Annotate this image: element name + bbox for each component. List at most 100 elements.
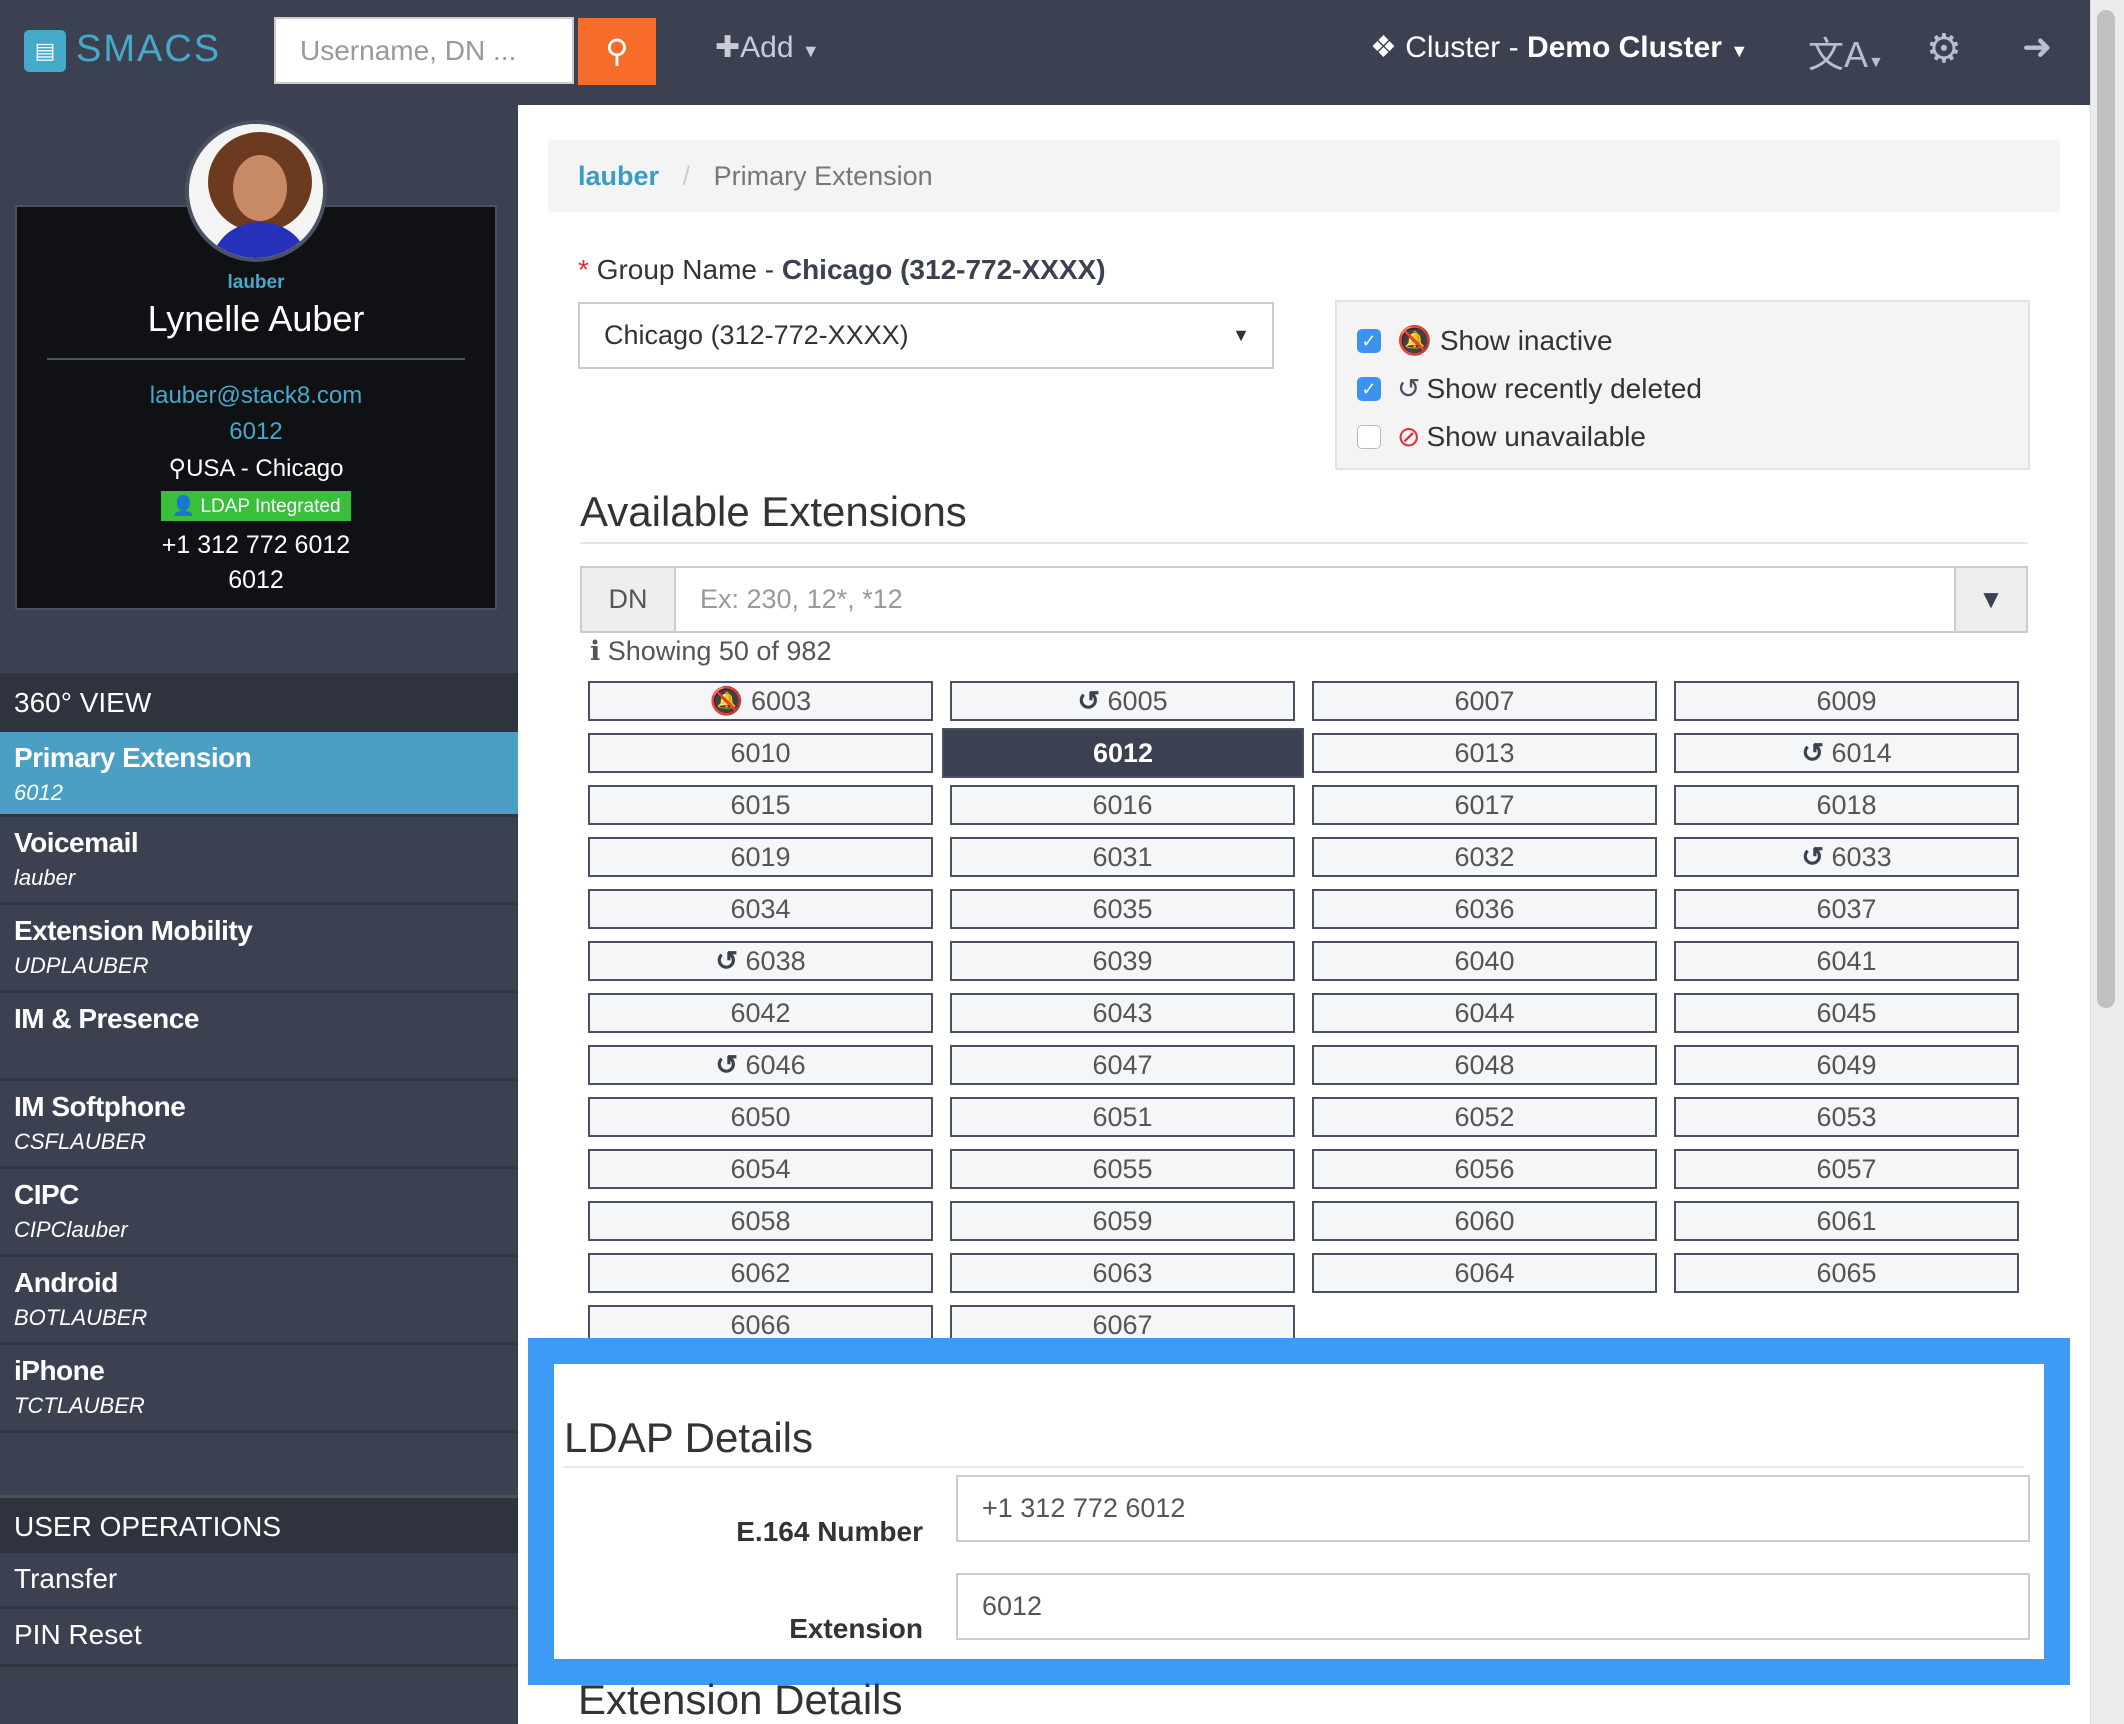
extension-button-6042[interactable]: 6042	[588, 993, 933, 1033]
checkbox-show-recently-deleted[interactable]: ✓	[1357, 376, 1381, 401]
extension-number: 6045	[1816, 998, 1877, 1028]
profile-email[interactable]: lauber@stack8.com	[17, 382, 495, 410]
filter-icon[interactable]: ▼	[1954, 568, 2026, 631]
language-menu[interactable]: 文A▼	[1808, 26, 1884, 78]
extension-button-6037[interactable]: 6037	[1674, 889, 2019, 929]
extension-button-6039[interactable]: 6039	[950, 941, 1295, 981]
extension-button-6046[interactable]: ↺ 6046	[588, 1045, 933, 1085]
extension-number: 6003	[751, 686, 812, 716]
extension-button-6051[interactable]: 6051	[950, 1097, 1295, 1137]
extension-button-6058[interactable]: 6058	[588, 1201, 933, 1241]
extension-button-6053[interactable]: 6053	[1674, 1097, 2019, 1137]
info-circle-icon: ℹ	[590, 636, 601, 666]
extension-button-6031[interactable]: 6031	[950, 837, 1295, 877]
extension-button-6016[interactable]: 6016	[950, 785, 1295, 825]
sidebar-item-sub: 6012	[14, 780, 63, 805]
extension-button-6041[interactable]: 6041	[1674, 941, 2019, 981]
extension-button-6060[interactable]: 6060	[1312, 1201, 1657, 1241]
extension-number: 6019	[730, 842, 791, 872]
sidebar-item-im-presence[interactable]: IM & Presence	[0, 993, 518, 1081]
extension-button-6005[interactable]: ↺ 6005	[950, 681, 1295, 721]
user-icon: 👤	[171, 496, 196, 517]
extension-button-6040[interactable]: 6040	[1312, 941, 1657, 981]
extension-number: 6050	[730, 1102, 791, 1132]
extension-button-6013[interactable]: 6013	[1312, 733, 1657, 773]
brand-name[interactable]: SMACS	[76, 28, 221, 71]
filter-show-unavailable[interactable]: ⊘ Show unavailable	[1357, 420, 1646, 453]
add-menu[interactable]: ✚Add ▼	[715, 30, 820, 65]
extension-button-6064[interactable]: 6064	[1312, 1253, 1657, 1293]
sidebar-op-transfer[interactable]: Transfer	[0, 1553, 518, 1609]
extension-button-6018[interactable]: 6018	[1674, 785, 2019, 825]
extension-input[interactable]: 6012	[956, 1573, 2030, 1640]
history-icon: ↺	[715, 946, 739, 976]
sidebar-op-pin-reset[interactable]: PIN Reset	[0, 1609, 518, 1667]
extension-button-6061[interactable]: 6061	[1674, 1201, 2019, 1241]
extension-button-6062[interactable]: 6062	[588, 1253, 933, 1293]
extension-button-6044[interactable]: 6044	[1312, 993, 1657, 1033]
extension-number: 6067	[1092, 1310, 1153, 1340]
extension-button-6036[interactable]: 6036	[1312, 889, 1657, 929]
extension-button-6054[interactable]: 6054	[588, 1149, 933, 1189]
group-name-select[interactable]: Chicago (312-772-XXXX) ▼	[578, 302, 1274, 369]
logout-icon[interactable]: ➜	[2022, 26, 2052, 68]
search-input[interactable]: Username, DN ...	[274, 17, 574, 84]
extension-button-6014[interactable]: ↺ 6014	[1674, 733, 2019, 773]
extension-button-6035[interactable]: 6035	[950, 889, 1295, 929]
extension-button-6032[interactable]: 6032	[1312, 837, 1657, 877]
extension-button-6056[interactable]: 6056	[1312, 1149, 1657, 1189]
caret-down-icon: ▼	[1730, 41, 1749, 61]
extension-button-6015[interactable]: 6015	[588, 785, 933, 825]
sidebar-item-label: iPhone	[14, 1355, 105, 1386]
extension-button-6010[interactable]: 6010	[588, 733, 933, 773]
extension-button-6009[interactable]: 6009	[1674, 681, 2019, 721]
smacs-logo-icon[interactable]: ▤	[24, 30, 66, 72]
search-button[interactable]: ⚲	[578, 18, 656, 85]
extension-button-6055[interactable]: 6055	[950, 1149, 1295, 1189]
cluster-menu[interactable]: ❖ Cluster - Demo Cluster ▼	[1370, 30, 1748, 65]
extension-button-6052[interactable]: 6052	[1312, 1097, 1657, 1137]
extension-button-6063[interactable]: 6063	[950, 1253, 1295, 1293]
extension-button-6019[interactable]: 6019	[588, 837, 933, 877]
extension-button-6047[interactable]: 6047	[950, 1045, 1295, 1085]
sidebar-item-im-softphone[interactable]: IM Softphone CSFLAUBER	[0, 1081, 518, 1169]
sidebar-item-extension-mobility[interactable]: Extension Mobility UDPLAUBER	[0, 905, 518, 993]
extension-button-6007[interactable]: 6007	[1312, 681, 1657, 721]
extension-button-6059[interactable]: 6059	[950, 1201, 1295, 1241]
extension-number: 6007	[1454, 686, 1515, 716]
filter-show-inactive[interactable]: ✓ 🔕 Show inactive	[1357, 324, 1613, 357]
filter-show-recently-deleted[interactable]: ✓ ↺ Show recently deleted	[1357, 372, 1702, 405]
extension-button-6057[interactable]: 6057	[1674, 1149, 2019, 1189]
e164-number-input[interactable]: +1 312 772 6012	[956, 1475, 2030, 1542]
settings-gear-icon[interactable]: ⚙	[1926, 26, 1962, 72]
extension-button-6038[interactable]: ↺ 6038	[588, 941, 933, 981]
breadcrumb-link-lauber[interactable]: lauber	[578, 161, 659, 191]
sidebar-item-sub: lauber	[14, 865, 76, 890]
extension-button-6049[interactable]: 6049	[1674, 1045, 2019, 1085]
checkbox-show-inactive[interactable]: ✓	[1357, 328, 1381, 353]
sidebar-item-iphone[interactable]: iPhone TCTLAUBER	[0, 1345, 518, 1433]
caret-down-icon: ▼	[1232, 325, 1250, 345]
extension-button-6003[interactable]: 🔕 6003	[588, 681, 933, 721]
sidebar-item-primary-extension[interactable]: Primary Extension 6012	[0, 732, 518, 817]
sidebar-item-cipc[interactable]: CIPC CIPClauber	[0, 1169, 518, 1257]
profile-extension[interactable]: 6012	[17, 418, 495, 446]
dn-label: DN	[582, 568, 676, 631]
extension-button-6048[interactable]: 6048	[1312, 1045, 1657, 1085]
scrollbar-thumb[interactable]	[2097, 10, 2115, 1008]
extension-button-6012[interactable]: 6012	[942, 728, 1304, 778]
sidebar-item-label: Android	[14, 1267, 118, 1298]
dn-filter-input[interactable]: Ex: 230, 12*, *12	[676, 568, 1954, 631]
extension-button-6017[interactable]: 6017	[1312, 785, 1657, 825]
extension-button-6043[interactable]: 6043	[950, 993, 1295, 1033]
checkbox-show-unavailable[interactable]	[1357, 424, 1381, 449]
extension-button-6050[interactable]: 6050	[588, 1097, 933, 1137]
sidebar-item-android[interactable]: Android BOTLAUBER	[0, 1257, 518, 1345]
extension-number: 6066	[730, 1310, 791, 1340]
extension-button-6045[interactable]: 6045	[1674, 993, 2019, 1033]
extension-number: 6058	[730, 1206, 791, 1236]
extension-button-6033[interactable]: ↺ 6033	[1674, 837, 2019, 877]
extension-button-6065[interactable]: 6065	[1674, 1253, 2019, 1293]
extension-button-6034[interactable]: 6034	[588, 889, 933, 929]
sidebar-item-voicemail[interactable]: Voicemail lauber	[0, 817, 518, 905]
